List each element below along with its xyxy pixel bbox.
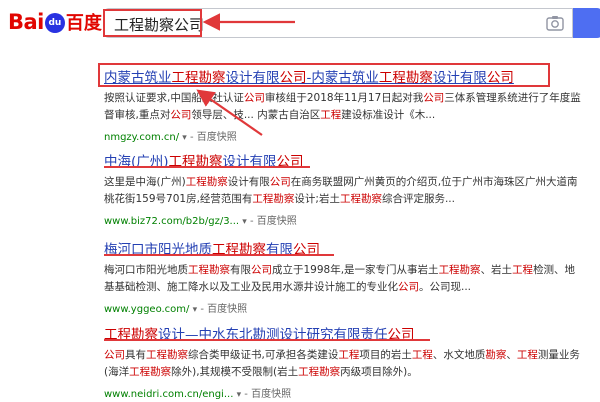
result-item: 工程勘察设计—中水东北勘测设计研究有限责任公司 公司具有工程勘察综合类甲级证书,… <box>104 323 584 400</box>
keyword-highlight: 工程勘察 <box>129 366 172 378</box>
result-abstract: 按照认证要求,中国船级社认证公司审核组于2018年11月17日起对我公司三体系管… <box>104 90 584 124</box>
logo-cn-text: 百度 <box>65 13 102 34</box>
snapshot-link[interactable]: 百度快照 <box>257 216 297 227</box>
result-url-text: www.yggeo.com/ <box>104 304 190 315</box>
keyword-highlight: 工程勘察 <box>438 264 481 276</box>
text-segment: 、 <box>506 349 517 361</box>
snapshot-link[interactable]: 百度快照 <box>251 389 291 400</box>
text-segment: 成立于1998年,是一家专门从事岩土 <box>272 264 439 276</box>
keyword-highlight: 工程勘察 <box>298 366 341 378</box>
search-button[interactable] <box>573 8 600 38</box>
text-segment: 有限 <box>230 264 251 276</box>
text-segment: 建设标准设计《木... <box>341 109 436 121</box>
keyword-highlight: 公司 <box>398 281 419 293</box>
keyword-highlight: 公司 <box>251 264 272 276</box>
keyword-highlight: 工程 <box>516 349 538 361</box>
result-item: 梅河口市阳光地质工程勘察有限公司 梅河口市阳光地质工程勘察有限公司成立于1998… <box>104 238 584 315</box>
text-segment: 领导层、技... 内蒙古自治区 <box>191 109 321 121</box>
text-segment: 综合类甲级证书,可承担各类建设 <box>188 349 339 361</box>
keyword-highlight: 工程 <box>411 349 433 361</box>
baidu-logo[interactable]: Bai du 百度 <box>8 8 102 36</box>
keyword-highlight: 公司 <box>269 176 291 188</box>
camera-icon[interactable] <box>546 15 564 31</box>
chevron-down-icon[interactable]: ▾ <box>242 217 247 227</box>
chevron-down-icon[interactable]: ▾ <box>193 305 198 315</box>
title-underline-annotation <box>104 339 430 341</box>
result-item: 中海(广州)工程勘察设计有限公司 这里是中海(广州)工程勘察设计有限公司在商务联… <box>104 150 584 227</box>
result-url[interactable]: nmgzy.com.cn/ ▾ - 百度快照 <box>104 128 584 143</box>
text-segment: 设计有限 <box>227 176 270 188</box>
dash-separator: - <box>250 216 254 227</box>
text-segment: 综合评定服务... <box>381 193 455 205</box>
chevron-down-icon[interactable]: ▾ <box>237 390 242 400</box>
header-bar: Bai du 百度 工程勘察公司 <box>0 0 600 46</box>
keyword-highlight: 工程勘察 <box>188 264 230 276</box>
result-url[interactable]: www.biz72.com/b2b/gz/3... ▾ - 百度快照 <box>104 212 584 227</box>
title-underline-annotation <box>104 166 310 168</box>
text-segment: 具有 <box>125 349 146 361</box>
keyword-highlight: 工程勘察 <box>146 349 188 361</box>
dash-separator: - <box>244 389 248 400</box>
title-underline-annotation <box>104 254 334 256</box>
keyword-highlight: 公司 <box>243 92 265 104</box>
text-segment: 项目的岩土 <box>359 349 412 361</box>
text-segment: 梅河口市阳光地质 <box>104 264 188 276</box>
snapshot-link[interactable]: 百度快照 <box>197 132 237 143</box>
text-segment: 、水文地质 <box>432 349 486 361</box>
result-url[interactable]: www.neidri.com.cn/engi... ▾ - 百度快照 <box>104 385 584 400</box>
paw-icon: du <box>44 13 65 33</box>
text-segment: 丙级项目除外)。 <box>340 366 418 378</box>
result-abstract: 梅河口市阳光地质工程勘察有限公司成立于1998年,是一家专门从事岩土工程勘察、岩… <box>104 262 584 296</box>
text-segment: 。公司现... <box>419 281 472 293</box>
text-segment: 这里是中海(广州) <box>104 176 186 188</box>
logo-du-text: du <box>48 18 62 28</box>
keyword-highlight: 勘察 <box>485 349 507 361</box>
keyword-highlight: 工程勘察 <box>339 193 382 205</box>
text-segment: 按照认证要求,中国船级社认证 <box>104 92 244 104</box>
text-segment: 审核组于2018年11月17日起对我 <box>264 92 424 104</box>
keyword-highlight: 工程勘察 <box>185 176 228 188</box>
keyword-highlight: 工程 <box>320 109 342 121</box>
dash-separator: - <box>190 132 194 143</box>
keyword-highlight: 工程 <box>512 264 534 276</box>
dash-separator: - <box>200 304 204 315</box>
result-abstract: 这里是中海(广州)工程勘察设计有限公司在商务联盟网广州黄页的介绍页,位于广州市海… <box>104 174 584 208</box>
chevron-down-icon[interactable]: ▾ <box>182 133 187 143</box>
keyword-highlight: 公司 <box>423 92 445 104</box>
result-url-text: www.biz72.com/b2b/gz/3... <box>104 216 240 227</box>
logo-bai-text: Bai <box>8 10 44 34</box>
result-url-text: nmgzy.com.cn/ <box>104 132 180 143</box>
result-abstract: 公司具有工程勘察综合类甲级证书,可承担各类建设工程项目的岩土工程、水文地质勘察、… <box>104 347 584 381</box>
text-segment: 设计;岩土 <box>294 193 340 205</box>
keyword-highlight: 公司 <box>170 109 192 121</box>
result-url[interactable]: www.yggeo.com/ ▾ - 百度快照 <box>104 300 584 315</box>
result-url-text: www.neidri.com.cn/engi... <box>104 389 234 400</box>
keyword-highlight: 工程 <box>338 349 360 361</box>
text-segment: 、岩土 <box>480 264 513 276</box>
text-segment: 除外),其规模不受限制(岩土 <box>171 366 299 378</box>
title-annotation-box <box>98 63 550 87</box>
keyword-highlight: 工程勘察 <box>252 193 295 205</box>
snapshot-link[interactable]: 百度快照 <box>207 304 247 315</box>
keyword-highlight: 公司 <box>104 349 125 361</box>
search-annotation-box <box>103 9 202 37</box>
